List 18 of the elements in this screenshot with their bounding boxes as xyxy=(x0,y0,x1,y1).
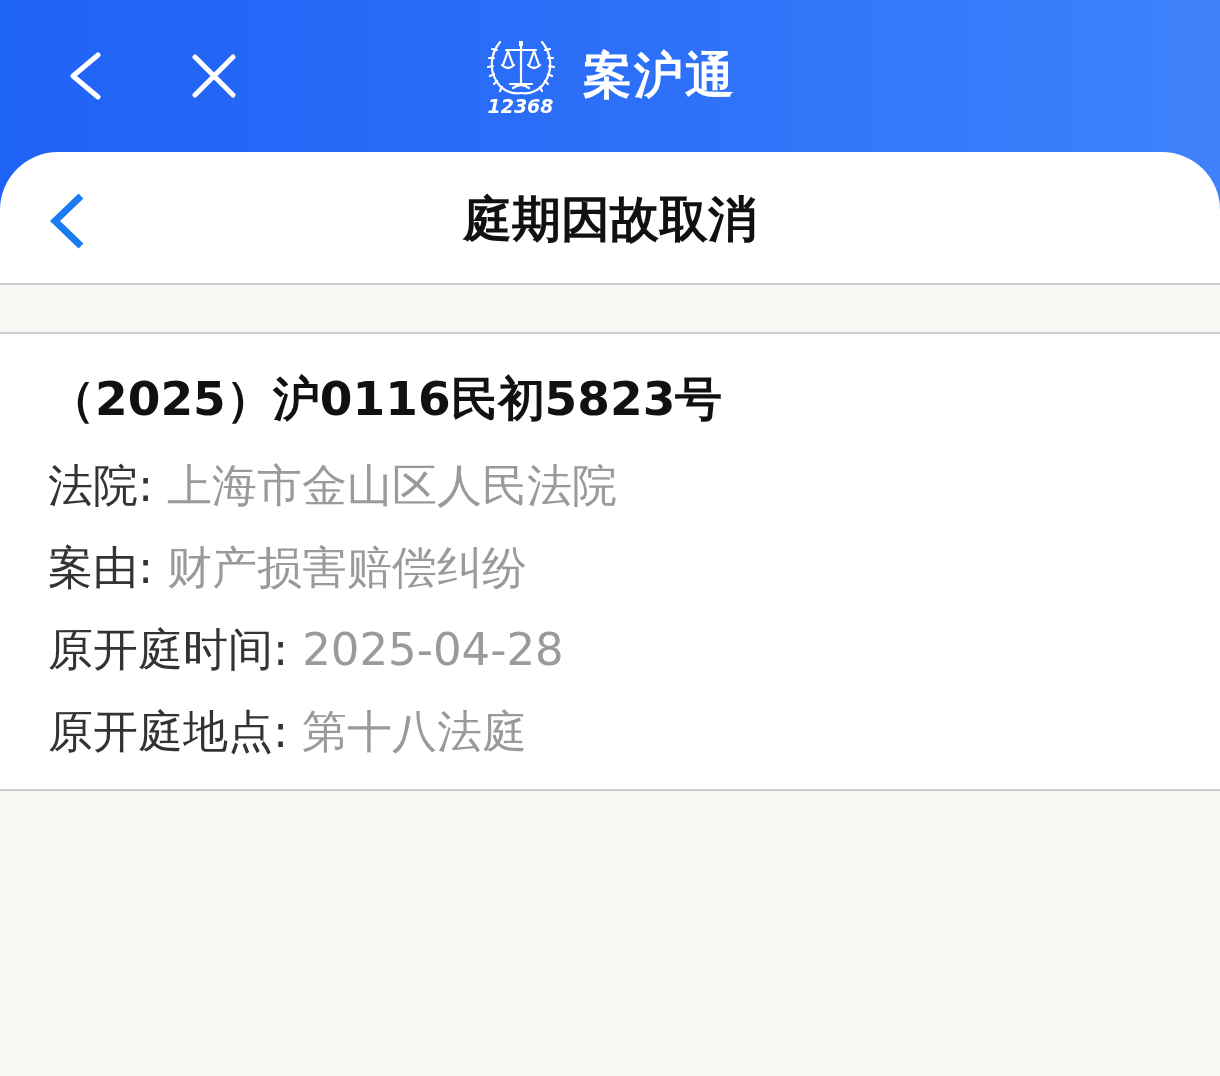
field-label: 原开庭时间: xyxy=(48,622,289,678)
chevron-left-icon xyxy=(68,52,102,100)
case-number: （2025）沪0116民初5823号 xyxy=(48,372,723,426)
field-value: 第十八法庭 xyxy=(302,704,528,760)
field-value: 上海市金山区人民法院 xyxy=(167,458,618,514)
field-label: 原开庭地点: xyxy=(48,704,289,760)
back-button[interactable] xyxy=(48,191,86,250)
field-label: 法院: xyxy=(48,458,154,514)
logo-number: 12368 xyxy=(487,96,554,115)
field-value: 2025-04-28 xyxy=(302,622,564,678)
close-button[interactable] xyxy=(192,54,236,98)
field-label: 案由: xyxy=(48,540,154,596)
close-icon xyxy=(192,54,236,98)
app-title: 案沪通 xyxy=(582,48,736,104)
chevron-left-icon xyxy=(48,191,86,250)
back-button[interactable] xyxy=(68,52,102,100)
field-value: 财产损害赔偿纠纷 xyxy=(167,540,528,596)
page-title: 庭期因故取消 xyxy=(463,189,757,250)
